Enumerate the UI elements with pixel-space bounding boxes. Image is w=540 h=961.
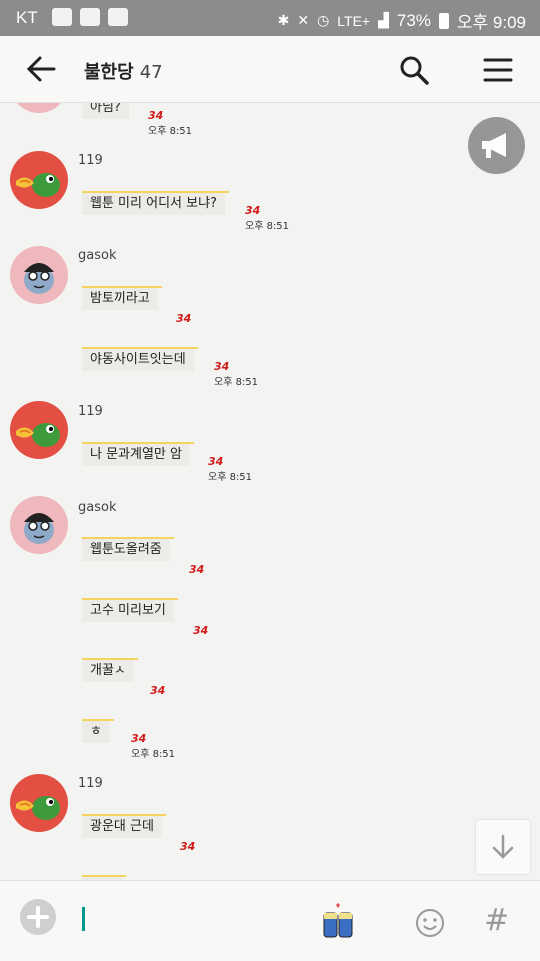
unread-count: 34 — [148, 109, 164, 122]
dragon-avatar-icon — [16, 796, 60, 820]
avatar-gasok[interactable] — [10, 246, 68, 304]
mute-notification-icon — [80, 8, 100, 26]
alarm-icon: ◷ — [317, 12, 330, 28]
smiley-icon[interactable] — [414, 907, 446, 939]
message-time: 오후 8:51 — [214, 377, 259, 388]
message-bubble[interactable]: 야동사이트잇는데 — [82, 347, 198, 371]
message-time: 오후 8:51 — [131, 749, 176, 760]
message-bubble[interactable]: 개꿀ㅅ — [82, 658, 138, 682]
character-avatar-icon — [24, 263, 54, 294]
unread-count: 34 — [189, 563, 205, 576]
chat-messages[interactable]: 아님? 34 오후 8:51 119 웹툰 미리 어디서 보냐? 34 오후 8… — [0, 103, 540, 880]
status-bar: KT ✱ ✕ ◷ LTE+ ▟ 73% 오후 9:09 — [0, 0, 540, 36]
avatar-119[interactable] — [10, 774, 68, 832]
unread-count: 34 — [245, 204, 261, 217]
message-time: 오후 8:51 — [208, 472, 253, 483]
sender-name: 119 — [78, 153, 103, 168]
input-bar: # — [0, 880, 540, 961]
back-arrow-icon[interactable] — [24, 54, 58, 84]
message-time: 오후 8:51 — [148, 126, 193, 137]
dragon-avatar-icon — [16, 423, 60, 447]
mute-icon: ✕ — [297, 12, 310, 28]
unread-count: 34 — [208, 455, 224, 468]
megaphone-icon — [482, 133, 506, 158]
avatar-119[interactable] — [10, 401, 68, 459]
hashtag-icon[interactable]: # — [484, 903, 509, 938]
network-label: LTE+ — [337, 12, 371, 29]
message-bubble[interactable]: 광운대 근데 — [82, 814, 166, 838]
sender-name: 119 — [78, 776, 103, 791]
message-bubble[interactable]: ㅎ — [82, 719, 114, 743]
sender-name: gasok — [78, 500, 117, 515]
arrow-down-icon — [492, 834, 514, 859]
plus-button[interactable] — [20, 899, 56, 935]
avatar-119[interactable] — [10, 151, 68, 209]
carrier-label: KT — [16, 8, 38, 27]
message-bubble[interactable]: 나 문과계열만 암 — [82, 442, 194, 466]
text-caret — [82, 907, 85, 931]
clock: 오후 9:09 — [456, 13, 526, 32]
avatar[interactable] — [10, 103, 68, 113]
hamburger-menu-icon[interactable] — [482, 56, 514, 84]
dragon-avatar-icon — [16, 173, 60, 197]
unread-count: 34 — [180, 840, 196, 853]
message-bubble[interactable]: 아님? — [82, 103, 129, 119]
room-title: 불한당 47 — [84, 58, 163, 84]
message-bubble[interactable]: 밤토끼라고 — [82, 286, 162, 310]
room-name: 불한당 — [84, 62, 134, 83]
sticker-preview-icon[interactable] — [320, 901, 356, 941]
unread-count: 34 — [131, 732, 147, 745]
unread-count: 34 — [150, 684, 166, 697]
notice-button[interactable] — [468, 117, 525, 174]
member-count: 47 — [139, 62, 163, 83]
bluetooth-icon: ✱ — [277, 12, 290, 28]
sender-name: gasok — [78, 248, 117, 263]
unread-count: 34 — [214, 360, 230, 373]
search-icon[interactable] — [398, 54, 430, 86]
scroll-down-button[interactable] — [476, 820, 530, 874]
message-time: 오후 8:51 — [245, 221, 290, 232]
unread-count: 34 — [193, 624, 209, 637]
battery-icon — [438, 12, 449, 29]
plus-icon — [27, 906, 49, 928]
sender-name: 119 — [78, 404, 103, 419]
avatar-gasok[interactable] — [10, 496, 68, 554]
battery-percent: 73% — [396, 10, 431, 30]
message-bubble[interactable]: 고수 미리보기 — [82, 598, 178, 622]
message-bubble[interactable]: 웹툰도올려줌 — [82, 537, 174, 561]
signal-icon: ▟ — [378, 12, 389, 28]
character-avatar-icon — [24, 513, 54, 544]
image-notification-icon — [108, 8, 128, 26]
message-bubble[interactable]: 웹툰 미리 어디서 보냐? — [82, 191, 229, 215]
chat-header: 불한당 47 — [0, 36, 540, 103]
message-input[interactable] — [80, 903, 380, 938]
talk-notification-icon — [52, 8, 72, 26]
unread-count: 34 — [176, 312, 192, 325]
status-right: ✱ ✕ ◷ LTE+ ▟ 73% 오후 9:09 — [278, 8, 526, 33]
notification-icons — [52, 8, 128, 26]
